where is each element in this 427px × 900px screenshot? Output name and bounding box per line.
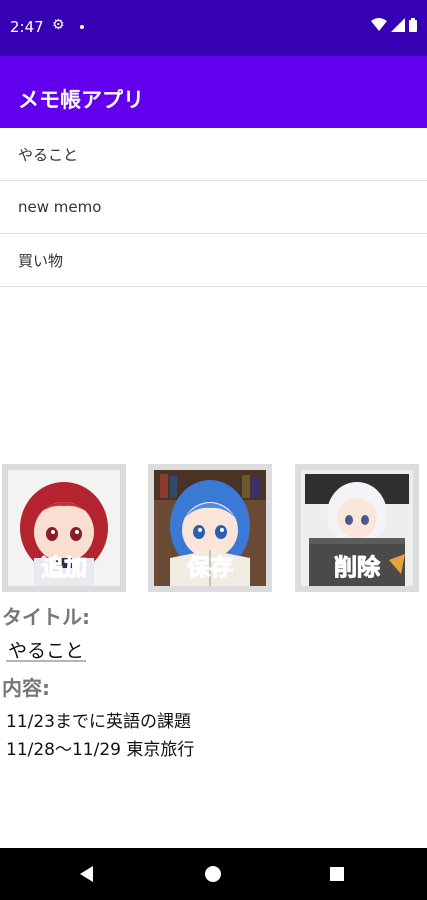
save-button-label: 保存 [187,555,234,582]
status-icons [371,18,417,32]
save-button[interactable]: 保存 [148,464,272,592]
recents-icon[interactable] [330,867,344,881]
signal-icon [391,18,405,32]
memo-list: やること new memo 買い物 [0,128,427,287]
status-bar: 2:47 ⚙ [0,0,427,56]
add-button-label: 追加 [41,555,88,582]
add-button[interactable]: 追加 [2,464,126,592]
app-bar: メモ帳アプリ [0,56,427,128]
battery-icon [409,18,417,32]
notification-dot-icon [80,25,84,29]
list-item[interactable]: やること [0,128,427,181]
delete-button-image: 削除 [301,470,413,586]
content-label: 内容: [2,676,50,700]
delete-button-label: 削除 [334,555,381,582]
add-button-image: 追加 [8,470,120,586]
wifi-icon [371,18,387,31]
title-input[interactable]: やること [6,636,87,662]
list-item-title: やること [18,145,79,164]
list-item-title: 買い物 [18,251,64,270]
status-time: 2:47 [10,18,44,36]
list-item[interactable]: new memo [0,181,427,234]
home-icon[interactable] [205,866,221,882]
app-title: メモ帳アプリ [18,88,144,112]
list-item[interactable]: 買い物 [0,234,427,287]
delete-button[interactable]: 削除 [295,464,419,592]
title-label: タイトル: [2,605,90,629]
list-item-title: new memo [18,198,102,216]
content-input[interactable]: 11/23までに英語の課題 11/28～11/29 東京旅行 [6,708,416,764]
back-icon[interactable] [80,866,93,882]
navigation-bar [0,848,427,900]
save-button-image: 保存 [154,470,266,586]
gear-icon: ⚙ [52,17,65,33]
